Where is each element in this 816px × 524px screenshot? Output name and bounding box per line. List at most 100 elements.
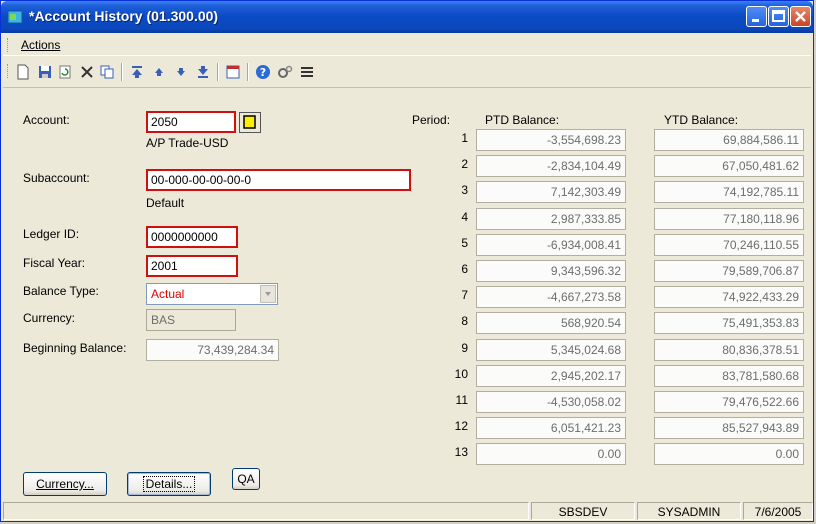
details-button-label: Details...	[142, 476, 196, 492]
menu-bar: Actions	[3, 35, 811, 56]
ptd-balance-cell: -4,667,273.58	[476, 286, 626, 308]
title-bar[interactable]: *Account History (01.300.00)	[1, 1, 813, 33]
ptd-balance-cell: -2,834,104.49	[476, 155, 626, 177]
toolbar: ?	[3, 57, 811, 88]
last-record-icon[interactable]	[195, 64, 211, 80]
menu-actions[interactable]: Actions	[21, 38, 60, 52]
ytd-balance-cell: 85,527,943.89	[654, 417, 804, 439]
period-header: Period:	[412, 113, 451, 127]
ledger-id-field[interactable]: 0000000000	[146, 226, 238, 248]
ptd-balance-cell: 5,345,024.68	[476, 339, 626, 361]
form-view-icon[interactable]	[225, 64, 241, 80]
first-record-icon[interactable]	[129, 64, 145, 80]
menu-actions-label: Actions	[21, 38, 61, 52]
next-record-icon[interactable]	[173, 64, 189, 80]
ptd-balance-cell: 9,343,596.32	[476, 260, 626, 282]
period-number: 7	[461, 288, 468, 302]
tools-icon[interactable]	[277, 64, 293, 80]
balance-type-dropdown-button[interactable]	[260, 285, 276, 303]
toolbar-separator	[217, 63, 219, 81]
period-number: 1	[461, 131, 468, 145]
period-number: 2	[461, 157, 468, 171]
balance-type-value: Actual	[151, 287, 185, 301]
ytd-balance-header: YTD Balance:	[664, 113, 739, 127]
ptd-balance-cell: -6,934,008.41	[476, 234, 626, 256]
ytd-balance-cell: 70,246,110.55	[654, 234, 804, 256]
account-history-window: *Account History (01.300.00) Actions ? A…	[0, 0, 814, 522]
svg-text:?: ?	[260, 66, 266, 79]
beginning-balance-field: 73,439,284.34	[146, 339, 279, 361]
period-number: 11	[455, 393, 468, 407]
toolbar-separator	[247, 63, 249, 81]
close-icon	[795, 11, 806, 22]
ptd-balance-header: PTD Balance:	[485, 113, 560, 127]
currency-label: Currency:	[23, 311, 76, 325]
ytd-balance-cell: 67,050,481.62	[654, 155, 804, 177]
maximize-button[interactable]	[768, 6, 789, 27]
qa-button[interactable]: QA	[232, 468, 260, 490]
subaccount-description: Default	[146, 196, 185, 210]
status-bar: SBSDEV SYSADMIN 7/6/2005	[3, 501, 813, 521]
window-title: *Account History (01.300.00)	[29, 8, 219, 24]
list-view-icon[interactable]	[299, 64, 315, 80]
minimize-icon	[752, 19, 759, 22]
account-field[interactable]: 2050	[146, 111, 236, 133]
details-button[interactable]: Details...	[127, 472, 211, 496]
ptd-balance-cell: -4,530,058.02	[476, 391, 626, 413]
status-server: SBSDEV	[531, 502, 635, 520]
ptd-balance-cell: 7,142,303.49	[476, 181, 626, 203]
new-icon[interactable]	[15, 64, 31, 80]
refresh-icon[interactable]	[57, 64, 73, 80]
status-date: 7/6/2005	[743, 502, 813, 520]
beginning-balance-label: Beginning Balance:	[23, 341, 127, 355]
status-user: SYSADMIN	[637, 502, 741, 520]
ytd-balance-cell: 0.00	[654, 443, 804, 465]
ytd-balance-cell: 80,836,378.51	[654, 339, 804, 361]
account-description: A/P Trade-USD	[146, 136, 229, 150]
account-label: Account:	[23, 113, 70, 127]
ytd-balance-cell: 79,476,522.66	[654, 391, 804, 413]
fiscal-year-field[interactable]: 2001	[146, 255, 238, 277]
currency-button[interactable]: Currency...	[23, 472, 107, 496]
ytd-balance-cell: 77,180,118.96	[654, 208, 804, 230]
period-number: 5	[461, 236, 468, 250]
ytd-balance-cell: 69,884,586.11	[654, 129, 804, 151]
ptd-balance-cell: 2,987,333.85	[476, 208, 626, 230]
ytd-balance-cell: 79,589,706.87	[654, 260, 804, 282]
lookup-icon	[243, 115, 256, 129]
ytd-balance-cell: 83,781,580.68	[654, 365, 804, 387]
currency-button-label: Currency...	[36, 477, 94, 491]
ledger-id-label: Ledger ID:	[23, 227, 80, 241]
toolbar-separator	[121, 63, 123, 81]
period-number: 6	[461, 262, 468, 276]
save-icon[interactable]	[37, 64, 53, 80]
close-button[interactable]	[790, 6, 811, 27]
help-icon[interactable]: ?	[255, 64, 271, 80]
delete-icon[interactable]	[79, 64, 95, 80]
period-number: 12	[454, 419, 468, 433]
app-icon	[7, 10, 23, 24]
period-number: 13	[454, 445, 468, 459]
qa-button-label: QA	[237, 472, 255, 486]
currency-field: BAS	[146, 309, 236, 331]
maximize-icon	[772, 10, 785, 22]
previous-record-icon[interactable]	[151, 64, 167, 80]
period-number: 9	[461, 341, 468, 355]
ptd-balance-cell: 568,920.54	[476, 312, 626, 334]
ptd-balance-cell: 2,945,202.17	[476, 365, 626, 387]
minimize-button[interactable]	[746, 6, 767, 27]
period-number: 3	[461, 183, 468, 197]
period-number: 4	[461, 210, 468, 224]
period-number: 8	[461, 314, 468, 328]
balance-type-label: Balance Type:	[23, 284, 99, 298]
subaccount-field[interactable]: 00-000-00-00-00-0	[146, 169, 411, 191]
ptd-balance-cell: 6,051,421.23	[476, 417, 626, 439]
copy-icon[interactable]	[99, 64, 115, 80]
fiscal-year-label: Fiscal Year:	[23, 256, 86, 270]
period-number: 10	[454, 367, 468, 381]
balance-type-select[interactable]: Actual	[146, 283, 278, 305]
account-lookup-button[interactable]	[239, 112, 261, 133]
subaccount-label: Subaccount:	[23, 171, 90, 185]
menu-grip	[7, 38, 11, 52]
ytd-balance-cell: 74,192,785.11	[654, 181, 804, 203]
